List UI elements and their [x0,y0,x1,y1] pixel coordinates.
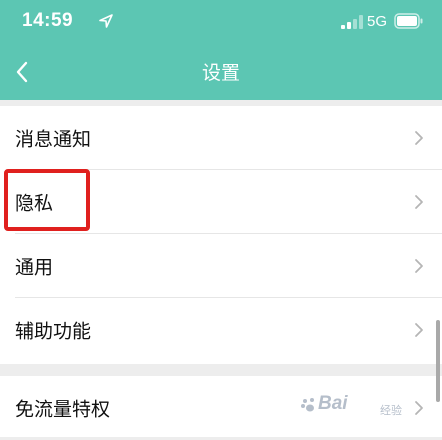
network-type: 5G [367,13,388,30]
settings-item-notifications[interactable]: 消息通知 [0,106,442,170]
status-time: 14:59 [22,10,74,31]
signal-icon [341,15,363,29]
watermark-subtext: 经验 [380,404,402,417]
navigation-bar: 设置 [0,44,442,100]
location-arrow-icon [99,14,113,28]
chevron-right-icon [415,259,423,273]
settings-item-label: 消息通知 [15,128,92,151]
watermark-text: Bai [318,393,348,414]
settings-item-label: 免流量特权 [15,398,111,421]
watermark: Bai 经验 [300,388,428,428]
settings-item-accessibility[interactable]: 辅助功能 [0,298,442,362]
chevron-right-icon [415,195,423,209]
settings-item-label: 通用 [15,256,54,279]
paw-logo-icon [301,398,314,412]
settings-item-general[interactable]: 通用 [0,234,442,298]
settings-item-label: 辅助功能 [15,320,92,343]
battery-icon [394,13,423,29]
highlight-annotation [4,169,90,231]
app-header: 14:59 5G 设置 [0,0,442,100]
chevron-right-icon [415,323,423,337]
status-bar: 14:59 5G [0,0,442,44]
page-title: 设置 [201,62,240,84]
settings-group-main: 消息通知 隐私 通用 辅助功能 [0,106,442,364]
scrollbar[interactable] [436,320,440,402]
chevron-right-icon [415,131,423,145]
